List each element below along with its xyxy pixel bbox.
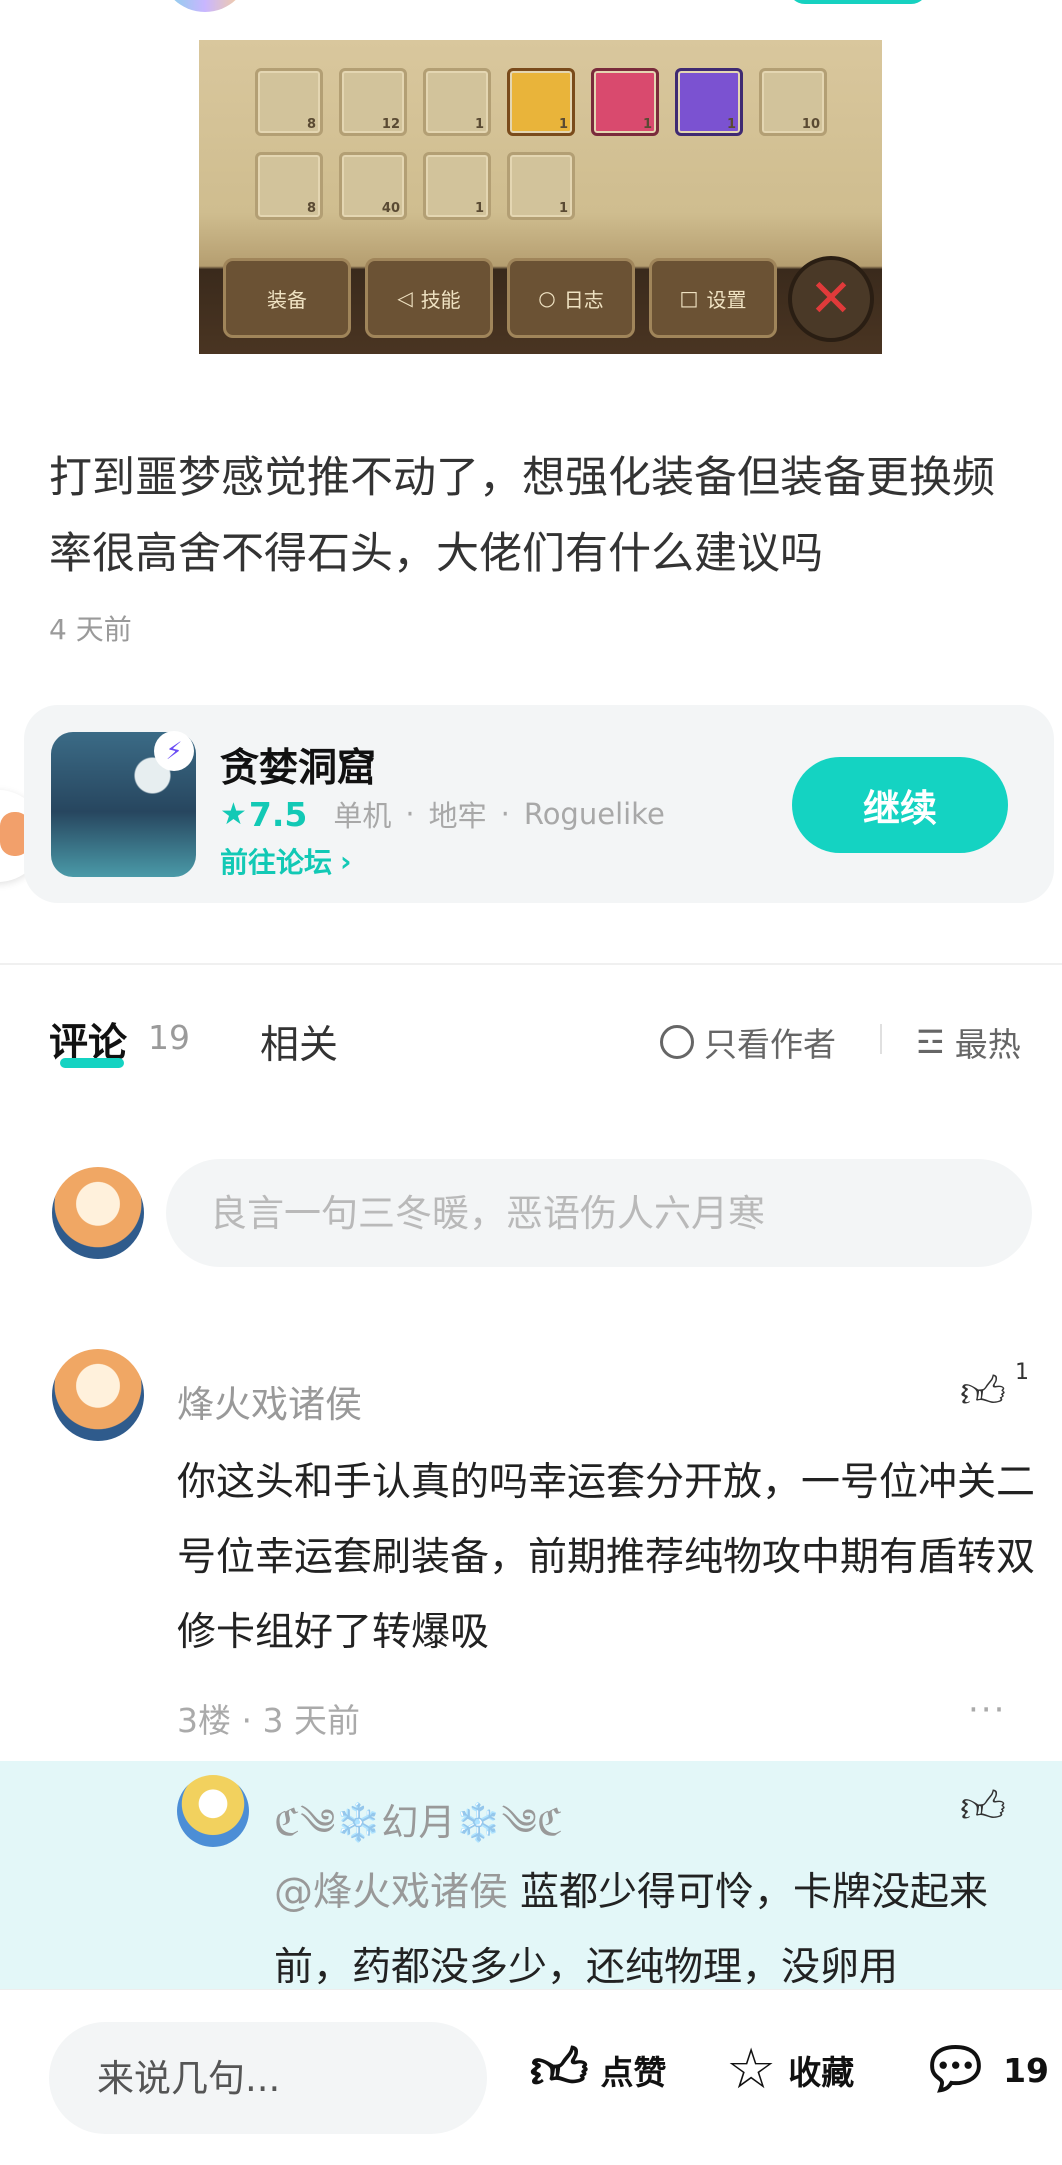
slot-count: 10 <box>801 117 820 132</box>
game-equipment-button: 装备 <box>223 258 351 338</box>
inventory-slot: 10 <box>759 68 827 136</box>
comment-meta: 3楼 · 3 天前 <box>177 1701 360 1740</box>
continue-button[interactable]: 继续 <box>792 757 1008 853</box>
quick-comment-input[interactable] <box>49 2022 487 2134</box>
radio-circle-icon <box>660 1025 694 1059</box>
slot-count: 1 <box>726 117 736 132</box>
slot-count: 1 <box>474 201 484 216</box>
filter-separator <box>880 1024 882 1054</box>
inventory-slot: 8 <box>255 152 323 220</box>
game-meta: ★ 7.5 单机 · 地牢 · Roguelike <box>220 793 665 835</box>
reply-body: @烽火戏诸侯 蓝都少得可怜，卡牌没起来前，药都没多少，还纯物理，没卵用 <box>274 1855 1034 2001</box>
game-log-button: ○ 日志 <box>507 258 635 338</box>
slot-count: 1 <box>558 117 568 132</box>
inventory-slot: 1 <box>507 68 575 136</box>
slot-count: 1 <box>642 117 652 132</box>
slot-count: 12 <box>381 117 400 132</box>
comments-button[interactable]: 💬︎ 19 <box>920 2042 1049 2098</box>
top-follow-button[interactable] <box>788 0 928 4</box>
comment-like-icon[interactable]: 👍︎ <box>960 1366 1006 1419</box>
game-card[interactable]: ⚡ 贪婪洞窟 ★ 7.5 单机 · 地牢 · Roguelike 前往论坛 › … <box>24 705 1054 903</box>
tag-separator: · <box>405 797 415 831</box>
commenter-name[interactable]: 烽火戏诸侯 <box>177 1374 362 1428</box>
game-rating: 7.5 <box>248 794 308 834</box>
reply-avatar[interactable] <box>177 1775 249 1847</box>
author-only-label: 只看作者 <box>704 1025 836 1064</box>
game-menu-bar: 装备 ◁ 技能 ○ 日志 □ 设置 <box>223 258 777 338</box>
game-tag: Roguelike <box>523 797 665 831</box>
inventory-slot: 1 <box>423 152 491 220</box>
comment-bubble-icon: 💬︎ <box>920 2037 992 2102</box>
my-avatar <box>52 1167 144 1259</box>
comment-like-count: 1 <box>1015 1360 1029 1385</box>
game-equipment-label: 装备 <box>267 287 307 312</box>
game-tag: 单机 <box>333 799 392 833</box>
game-close-icon: ✕ <box>788 256 874 342</box>
slot-count: 40 <box>381 201 400 216</box>
post-body: 打到噩梦感觉推不动了，想强化装备但装备更换频率很高舍不得石头，大佬们有什么建议吗 <box>49 453 995 579</box>
bottom-action-bar: 👍︎ 点赞 ☆ 收藏 💬︎ 19 <box>0 1990 1062 2165</box>
slot-count: 8 <box>306 201 316 216</box>
sort-hot-icon: ☲ <box>916 1023 945 1061</box>
tab-active-indicator <box>60 1058 124 1068</box>
game-settings-label: 设置 <box>706 287 747 312</box>
sort-label: 最热 <box>954 1025 1021 1064</box>
reply-card[interactable]: ℭ༄❄️幻月❄️༄ℭ 👍︎ @烽火戏诸侯 蓝都少得可怜，卡牌没起来前，药都没多少，… <box>0 1761 1062 2001</box>
lightning-badge-icon: ⚡ <box>154 731 194 771</box>
author-only-toggle[interactable]: 只看作者 <box>660 1018 836 1066</box>
favorite-button[interactable]: ☆ 收藏 <box>726 2042 854 2098</box>
commenter-avatar[interactable] <box>52 1349 144 1441</box>
forum-link[interactable]: 前往论坛 › <box>220 841 352 881</box>
section-divider <box>0 963 1062 965</box>
inventory-slot: 1 <box>423 68 491 136</box>
tag-separator: · <box>500 797 510 831</box>
post-timestamp: 4 天前 <box>49 613 132 646</box>
inventory-slot: 1 <box>507 152 575 220</box>
sort-button[interactable]: ☲ 最热 <box>916 1018 1021 1066</box>
like-button[interactable]: 👍︎ 点赞 <box>530 2042 667 2098</box>
inventory-slot: 8 <box>255 68 323 136</box>
tab-related[interactable]: 相关 <box>260 1014 338 1070</box>
game-skill-label: 技能 <box>420 287 461 312</box>
game-settings-button: □ 设置 <box>649 258 777 338</box>
chevron-right-icon: › <box>340 844 352 878</box>
slot-count: 1 <box>558 201 568 216</box>
game-name[interactable]: 贪婪洞窟 <box>220 737 376 793</box>
top-author-avatar[interactable] <box>160 0 250 12</box>
game-tag: 地牢 <box>428 799 487 833</box>
like-label: 点赞 <box>600 2053 667 2092</box>
comment-body: 你这头和手认真的吗幸运套分开放，一号位冲关二号位幸运套刷装备，前期推荐纯物攻中期… <box>177 1460 1036 1655</box>
circle-icon: ○ <box>538 286 556 310</box>
inventory-slot: 40 <box>339 152 407 220</box>
comment-input[interactable] <box>166 1159 1032 1267</box>
star-icon: ★ <box>220 796 247 832</box>
star-outline-icon: ☆ <box>726 2037 777 2102</box>
inventory-row-1: 8 12 1 1 1 1 10 <box>255 68 827 136</box>
inventory-slot: 12 <box>339 68 407 136</box>
square-icon: □ <box>679 286 699 310</box>
game-skill-button: ◁ 技能 <box>365 258 493 338</box>
tab-comments-count: 19 <box>148 1018 190 1057</box>
inventory-slot: 1 <box>675 68 743 136</box>
inventory-slot: 1 <box>591 68 659 136</box>
triangle-icon: ◁ <box>397 286 413 310</box>
comment-more-icon[interactable]: ··· <box>968 1690 1006 1730</box>
slot-count: 8 <box>306 117 316 132</box>
reply-like-icon[interactable]: 👍︎ <box>960 1781 1006 1834</box>
thumbs-up-icon: 👍︎ <box>530 2037 589 2102</box>
favorite-label: 收藏 <box>788 2053 855 2092</box>
slot-count: 1 <box>474 117 484 132</box>
reply-mention[interactable]: @烽火戏诸侯 <box>274 1870 508 1915</box>
comment-count: 19 <box>1003 2050 1050 2090</box>
post-image[interactable]: 8 12 1 1 1 1 10 8 40 1 1 装备 ◁ 技能 ○ 日志 □ 设置 … <box>199 40 882 354</box>
inventory-row-2: 8 40 1 1 <box>255 152 575 220</box>
game-log-label: 日志 <box>563 287 604 312</box>
forum-link-label: 前往论坛 <box>220 846 333 879</box>
